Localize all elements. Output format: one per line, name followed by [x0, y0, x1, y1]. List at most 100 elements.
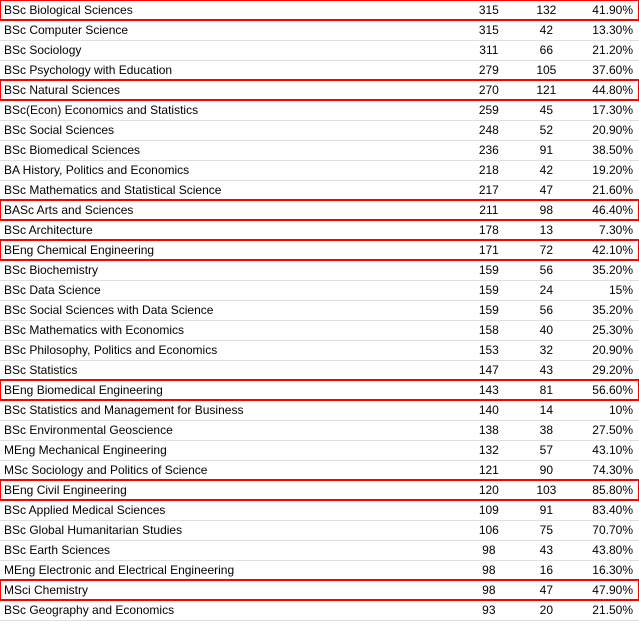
table-row: BEng Civil Engineering12010385.80% [0, 480, 639, 500]
course-col2: 153 [460, 340, 518, 360]
course-col2: 140 [460, 400, 518, 420]
course-name: BEng Biomedical Engineering [0, 380, 460, 400]
course-name: BSc Data Science [0, 280, 460, 300]
course-col3: 103 [518, 480, 576, 500]
course-name: BSc Psychology with Education [0, 60, 460, 80]
course-col2: 315 [460, 20, 518, 40]
course-col3: 132 [518, 0, 576, 20]
course-col4: 43.10% [575, 440, 639, 460]
course-col4: 35.20% [575, 260, 639, 280]
course-col4: 7.30% [575, 220, 639, 240]
table-row: BSc Philosophy, Politics and Economics15… [0, 340, 639, 360]
table-row: BEng Chemical Engineering1717242.10% [0, 240, 639, 260]
course-col3: 43 [518, 360, 576, 380]
course-col4: 83.40% [575, 500, 639, 520]
table-row: BSc(Econ) Economics and Statistics259451… [0, 100, 639, 120]
course-col2: 218 [460, 160, 518, 180]
course-name: MSci Chemistry [0, 580, 460, 600]
course-col4: 20.90% [575, 120, 639, 140]
course-col4: 46.40% [575, 200, 639, 220]
course-name: BSc Natural Sciences [0, 80, 460, 100]
course-col3: 98 [518, 200, 576, 220]
course-col2: 158 [460, 320, 518, 340]
course-col4: 44.80% [575, 80, 639, 100]
course-col2: 159 [460, 260, 518, 280]
course-col4: 29.20% [575, 360, 639, 380]
course-col2: 98 [460, 560, 518, 580]
course-col4: 19.20% [575, 160, 639, 180]
course-col4: 25.30% [575, 320, 639, 340]
course-name: BSc Architecture [0, 220, 460, 240]
course-col2: 159 [460, 300, 518, 320]
course-col3: 42 [518, 160, 576, 180]
course-col4: 85.80% [575, 480, 639, 500]
course-col4: 20.90% [575, 340, 639, 360]
course-col4: 74.30% [575, 460, 639, 480]
course-name: BSc(Econ) Economics and Statistics [0, 100, 460, 120]
course-col3: 13 [518, 220, 576, 240]
course-name: BSc Mathematics with Economics [0, 320, 460, 340]
table-row: BSc Geography and Economics932021.50% [0, 600, 639, 620]
table-row: BSc Computer Science3154213.30% [0, 20, 639, 40]
course-name: BSc Global Humanitarian Studies [0, 520, 460, 540]
table-row: MEng Mechanical Engineering1325743.10% [0, 440, 639, 460]
course-col2: 236 [460, 140, 518, 160]
course-col2: 120 [460, 480, 518, 500]
course-col2: 311 [460, 40, 518, 60]
course-name: MEng Mechanical Engineering [0, 440, 460, 460]
course-col3: 45 [518, 100, 576, 120]
table-row: BSc Data Science1592415% [0, 280, 639, 300]
course-col3: 47 [518, 180, 576, 200]
course-col3: 66 [518, 40, 576, 60]
table-row: BSc Global Humanitarian Studies1067570.7… [0, 520, 639, 540]
course-name: BSc Earth Sciences [0, 540, 460, 560]
course-col4: 47.90% [575, 580, 639, 600]
course-col2: 178 [460, 220, 518, 240]
course-col2: 315 [460, 0, 518, 20]
course-name: BASc Arts and Sciences [0, 200, 460, 220]
course-col4: 10% [575, 400, 639, 420]
course-col4: 56.60% [575, 380, 639, 400]
course-col2: 147 [460, 360, 518, 380]
course-col3: 121 [518, 80, 576, 100]
course-col3: 81 [518, 380, 576, 400]
table-row: BSc Mathematics and Statistical Science2… [0, 180, 639, 200]
course-col3: 57 [518, 440, 576, 460]
table-row: BSc Applied Medical Sciences1099183.40% [0, 500, 639, 520]
course-name: BSc Biochemistry [0, 260, 460, 280]
course-col3: 14 [518, 400, 576, 420]
course-col3: 38 [518, 420, 576, 440]
course-col2: 159 [460, 280, 518, 300]
course-col3: 42 [518, 20, 576, 40]
course-name: MSc Sociology and Politics of Science [0, 460, 460, 480]
course-col2: 211 [460, 200, 518, 220]
course-col2: 171 [460, 240, 518, 260]
course-col2: 270 [460, 80, 518, 100]
course-name: BSc Social Sciences with Data Science [0, 300, 460, 320]
course-col2: 98 [460, 580, 518, 600]
course-col3: 47 [518, 580, 576, 600]
course-col3: 16 [518, 560, 576, 580]
course-name: BSc Geography and Economics [0, 600, 460, 620]
course-name: BSc Applied Medical Sciences [0, 500, 460, 520]
course-col3: 75 [518, 520, 576, 540]
course-col3: 56 [518, 260, 576, 280]
table-row: BSc Statistics and Management for Busine… [0, 400, 639, 420]
course-name: BSc Sociology [0, 40, 460, 60]
table-row: MEng Electronic and Electrical Engineeri… [0, 560, 639, 580]
course-name: BA History, Politics and Economics [0, 160, 460, 180]
table-row: BSc Psychology with Education27910537.60… [0, 60, 639, 80]
course-col2: 248 [460, 120, 518, 140]
course-col4: 70.70% [575, 520, 639, 540]
course-name: BSc Environmental Geoscience [0, 420, 460, 440]
course-col3: 40 [518, 320, 576, 340]
course-name: MEng Electronic and Electrical Engineeri… [0, 560, 460, 580]
course-col4: 15% [575, 280, 639, 300]
table-row: BSc Sociology3116621.20% [0, 40, 639, 60]
table-row: BSc Social Sciences2485220.90% [0, 120, 639, 140]
course-col2: 138 [460, 420, 518, 440]
table-row: MSci Chemistry984747.90% [0, 580, 639, 600]
table-row: BSc Biomedical Sciences2369138.50% [0, 140, 639, 160]
course-col2: 106 [460, 520, 518, 540]
course-name: BSc Social Sciences [0, 120, 460, 140]
